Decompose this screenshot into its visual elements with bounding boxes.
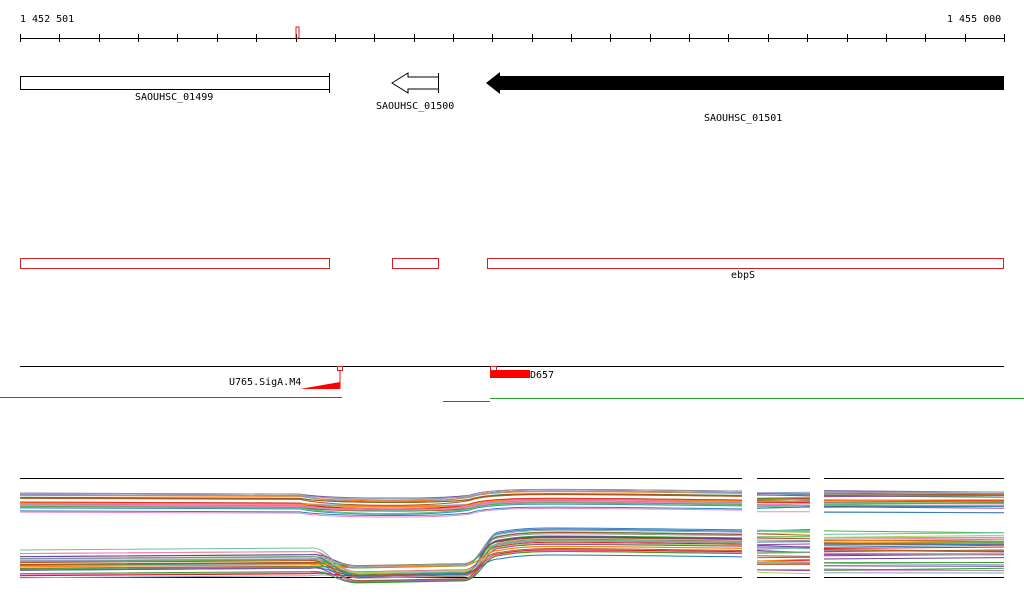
alignment-line bbox=[756, 555, 811, 557]
gene-sapuhsc-01500-arrow[interactable] bbox=[391, 72, 439, 94]
alignment-line bbox=[823, 565, 1005, 567]
feature-label-d657: D657 bbox=[530, 370, 555, 381]
feature-d657-bar[interactable] bbox=[490, 370, 530, 378]
gene-label-sapuhsc-01499: SAOUHSC_01499 bbox=[135, 92, 214, 103]
annotation-box-1[interactable] bbox=[20, 258, 330, 269]
gene-label-sapuhsc-01501: SAOUHSC_01501 bbox=[704, 113, 783, 124]
alignment-line bbox=[823, 562, 1005, 566]
gene-label-sapuhsc-01500: SAOUHSC_01500 bbox=[376, 101, 455, 112]
feature-label-u765: U765.SigA.M4 bbox=[229, 377, 302, 388]
alignment-line bbox=[823, 532, 1005, 535]
alignment-line bbox=[756, 531, 811, 535]
feature-u765-triangle[interactable] bbox=[300, 382, 340, 389]
gene-sapuhsc-01499[interactable] bbox=[20, 76, 330, 90]
annotation-box-2[interactable] bbox=[392, 258, 439, 269]
alignment-line bbox=[823, 511, 1005, 514]
alignment-line bbox=[756, 541, 811, 543]
alignment-line bbox=[756, 533, 811, 536]
alignment-line bbox=[823, 499, 1005, 501]
alignment-line bbox=[756, 569, 811, 572]
feature-u765-marker[interactable] bbox=[337, 366, 343, 371]
alignment-line bbox=[756, 571, 811, 575]
alignment-line bbox=[756, 539, 811, 542]
alignment-line bbox=[756, 556, 811, 559]
annotation-box-ebps[interactable] bbox=[487, 258, 1004, 269]
alignment-line bbox=[823, 541, 1005, 543]
annotation-label-ebps: ebpS bbox=[731, 270, 756, 281]
ruler-marker[interactable] bbox=[295, 26, 300, 39]
alignment-line bbox=[823, 557, 1005, 560]
feature-d657-marker[interactable] bbox=[490, 366, 497, 371]
alignment-line bbox=[756, 491, 811, 494]
alignment-track bbox=[19, 478, 1005, 584]
gene-sapuhsc-01501-arrow[interactable] bbox=[486, 72, 1004, 94]
alignment-line bbox=[756, 537, 811, 540]
alignment-line bbox=[756, 503, 811, 506]
ruler-axis bbox=[20, 34, 1005, 42]
alignment-line bbox=[756, 543, 811, 546]
alignment-line bbox=[756, 552, 811, 554]
